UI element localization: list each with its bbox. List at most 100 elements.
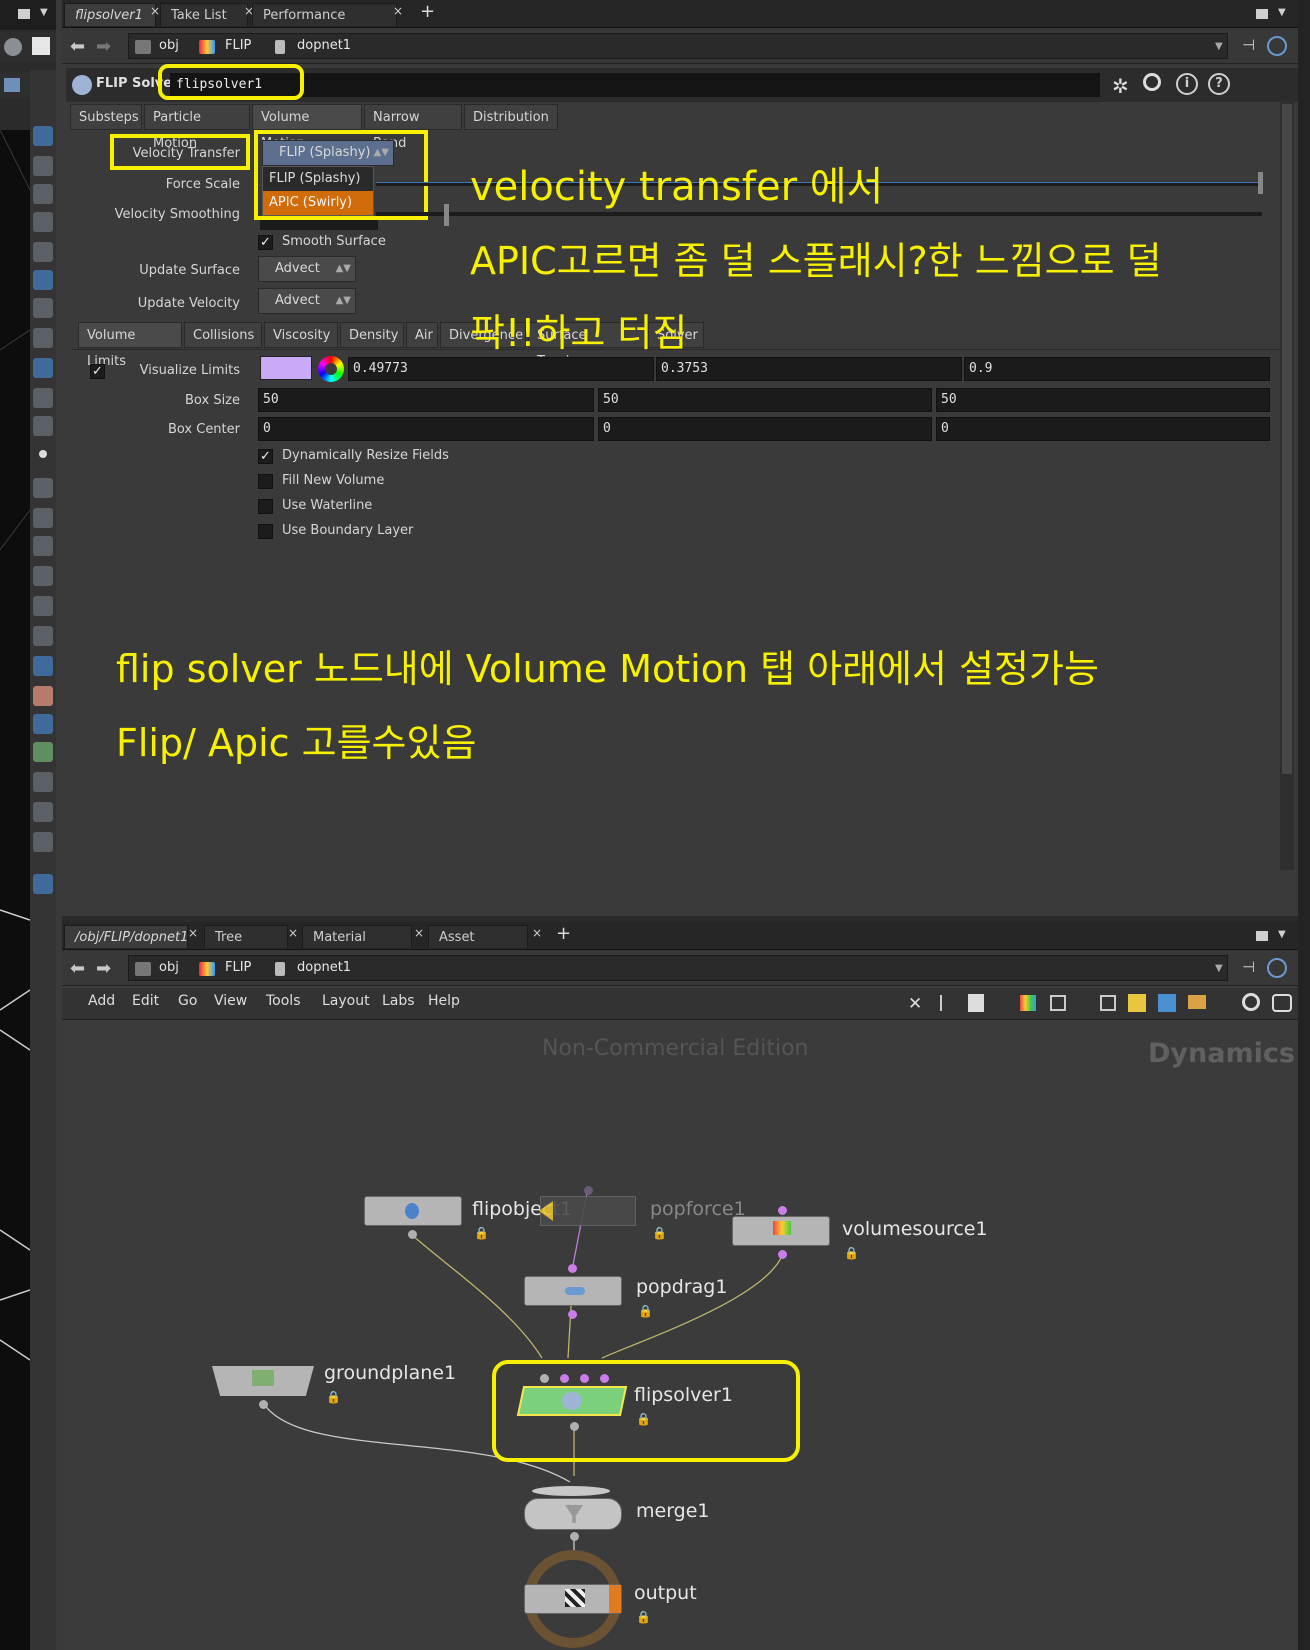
tab-air[interactable]: Air — [406, 322, 438, 348]
lock-icon[interactable]: 🔒 — [652, 1226, 667, 1240]
tab-substeps[interactable]: Substeps — [70, 104, 142, 130]
tool-eraser-icon[interactable] — [33, 566, 53, 586]
tool-point-icon[interactable] — [39, 450, 47, 458]
eye-icon[interactable] — [1272, 994, 1292, 1012]
output-connector[interactable] — [259, 1400, 268, 1409]
tool-plane-icon[interactable] — [33, 656, 53, 676]
update-velocity-menu[interactable]: Advect ▲▼ — [258, 288, 356, 314]
grid-icon[interactable] — [1050, 995, 1066, 1011]
node-volumesource1[interactable] — [732, 1216, 830, 1246]
lock-icon[interactable]: 🔒 — [474, 1226, 489, 1240]
tab-take-list[interactable]: Take List — [160, 3, 248, 26]
tool-number-icon[interactable] — [33, 536, 53, 556]
forward-arrow-icon[interactable]: ➡ — [96, 36, 111, 57]
tab-collisions[interactable]: Collisions — [184, 322, 262, 348]
menu-add[interactable]: Add — [88, 993, 115, 1009]
crumb-flip[interactable]: FLIP — [225, 38, 251, 53]
fill-new-volume-checkbox[interactable] — [258, 474, 273, 489]
menu-edit[interactable]: Edit — [132, 993, 159, 1009]
scrollbar-thumb[interactable] — [1282, 104, 1292, 774]
color-grid-icon[interactable] — [1020, 995, 1036, 1011]
lock-icon[interactable]: 🔒 — [636, 1610, 651, 1624]
node-name-field[interactable]: flipsolver1 — [170, 73, 1100, 97]
use-boundary-layer-checkbox[interactable] — [258, 524, 273, 539]
update-surface-menu[interactable]: Advect ▲▼ — [258, 256, 356, 282]
tab-asset-browser[interactable]: Asset Browser — [428, 925, 528, 968]
tree-icon[interactable] — [940, 995, 954, 1011]
list-icon[interactable] — [968, 994, 984, 1012]
network-box-icon[interactable] — [1100, 995, 1116, 1011]
tool-diamond-icon[interactable] — [33, 714, 53, 734]
tab-viscosity[interactable]: Viscosity — [264, 322, 338, 348]
tool-pen-icon[interactable] — [33, 508, 53, 528]
pin-icon[interactable]: ⊣ — [1242, 36, 1255, 54]
tab-particle-motion[interactable]: Particle Motion — [144, 104, 250, 151]
velocity-smoothing-slider[interactable] — [376, 212, 1262, 216]
tool-wind-icon[interactable] — [33, 772, 53, 792]
info-icon[interactable]: i — [1176, 73, 1198, 95]
menu-go[interactable]: Go — [178, 993, 197, 1009]
velocity-smoothing-handle[interactable] — [444, 204, 449, 226]
link-icon[interactable] — [1267, 36, 1287, 56]
node-flipobject1[interactable] — [364, 1196, 462, 1226]
sticky-note-icon[interactable] — [1128, 994, 1146, 1012]
tab-network-path[interactable]: /obj/FLIP/dopnet1 — [64, 925, 188, 948]
use-waterline-checkbox[interactable] — [258, 499, 273, 514]
add-tab-icon[interactable]: + — [420, 1, 435, 22]
tab-volume-motion[interactable]: Volume Motion — [252, 104, 362, 151]
chevron-down-icon[interactable]: ▼ — [1215, 41, 1223, 52]
tab-material-palette[interactable]: Material Palette — [302, 925, 412, 968]
crumb-dopnet[interactable]: dopnet1 — [297, 960, 351, 975]
crumb-flip[interactable]: FLIP — [225, 960, 251, 975]
tab-tree-view[interactable]: Tree View — [204, 925, 288, 968]
dynamically-resize-checkbox[interactable]: ✓ — [258, 449, 273, 464]
input-connector[interactable] — [584, 1186, 593, 1195]
tab-narrow-band[interactable]: Narrow Band — [364, 104, 462, 151]
tool-angle-icon[interactable] — [33, 626, 53, 646]
input-connector[interactable] — [778, 1206, 787, 1215]
menu-view[interactable]: View — [214, 993, 247, 1009]
image-icon[interactable] — [1158, 994, 1176, 1012]
3d-viewport-edge[interactable] — [0, 130, 30, 1650]
tool-number2-icon[interactable] — [33, 596, 53, 616]
pane-menu-icon[interactable] — [1256, 9, 1268, 19]
chevron-down-icon[interactable]: ▼ — [1215, 963, 1223, 974]
tool-select-icon[interactable] — [33, 126, 53, 146]
box-size-z-field[interactable]: 50 — [936, 388, 1270, 412]
forward-arrow-icon[interactable]: ➡ — [96, 958, 111, 979]
tool-pin-icon[interactable] — [33, 874, 53, 894]
pin-icon[interactable]: ⊣ — [1242, 958, 1255, 976]
crumb-obj[interactable]: obj — [159, 38, 179, 53]
node-popforce1[interactable] — [539, 1196, 636, 1226]
node-merge1[interactable] — [524, 1498, 622, 1530]
output-connector[interactable] — [408, 1230, 417, 1239]
tool-sphere-icon[interactable] — [33, 242, 53, 262]
velocity-smoothing-field[interactable] — [260, 220, 378, 230]
tab-performance-monitor[interactable]: Performance Monitor — [252, 3, 397, 46]
lock-icon[interactable]: 🔒 — [326, 1390, 341, 1404]
tab-distribution[interactable]: Distribution — [464, 104, 558, 130]
close-icon[interactable]: × — [188, 926, 198, 940]
tool-checker-icon[interactable] — [33, 686, 53, 706]
output-connector[interactable] — [778, 1250, 787, 1259]
output-connector[interactable] — [568, 1310, 577, 1319]
help-icon[interactable]: ? — [1208, 73, 1230, 95]
chevron-down-icon[interactable]: ▼ — [1278, 929, 1286, 940]
box-center-z-field[interactable]: 0 — [936, 417, 1270, 441]
param-scrollbar[interactable] — [1280, 100, 1294, 870]
visualize-g-field[interactable]: 0.3753 — [656, 357, 962, 381]
view-tool-icon[interactable] — [32, 37, 50, 55]
box-size-y-field[interactable]: 50 — [598, 388, 932, 412]
color-swatch[interactable] — [260, 356, 312, 380]
box-center-x-field[interactable]: 0 — [258, 417, 594, 441]
tab-volume-limits[interactable]: Volume Limits — [78, 322, 182, 369]
add-tab-icon[interactable]: + — [556, 923, 571, 944]
menu-tools[interactable]: Tools — [266, 993, 301, 1009]
tool-dop-icon[interactable] — [33, 802, 53, 822]
node-groundplane1[interactable] — [212, 1366, 314, 1396]
close-icon[interactable]: × — [150, 4, 160, 18]
close-icon[interactable]: × — [532, 926, 542, 940]
network-editor[interactable]: Non-Commercial Edition Dynamics flipobje… — [62, 1020, 1298, 1650]
display-options-icon[interactable] — [4, 78, 20, 92]
smooth-surface-checkbox[interactable]: ✓ — [258, 235, 273, 250]
